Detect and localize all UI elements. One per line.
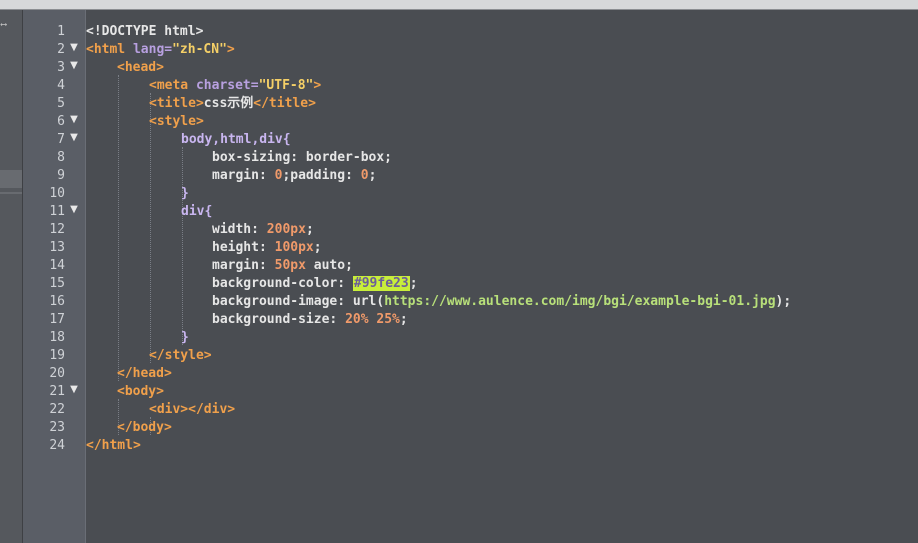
code-line: width: 200px; <box>212 222 314 237</box>
line-number: 14 <box>49 258 65 273</box>
code-line: </html> <box>86 438 141 453</box>
code-line: </body> <box>117 420 172 435</box>
code-line: <title>css示例</title> <box>149 96 316 111</box>
line-number: 16 <box>49 294 65 309</box>
line-number: 17 <box>49 312 65 327</box>
code-line: body,html,div{ <box>181 132 291 147</box>
line-number: 9 <box>57 168 65 183</box>
line-number: 12 <box>49 222 65 237</box>
line-number: 3 <box>57 60 65 75</box>
code-line: <style> <box>149 114 204 129</box>
code-line: margin: 0;padding: 0; <box>212 168 377 183</box>
code-line: </style> <box>149 348 212 363</box>
indent-guide <box>118 75 119 381</box>
color-swatch-highlight: #99fe23 <box>352 276 410 291</box>
line-number: 2 <box>57 42 65 57</box>
line-number: 24 <box>49 438 65 453</box>
code-line: div{ <box>181 204 213 219</box>
fold-toggle-icon[interactable]: ▼ <box>68 39 80 57</box>
line-number: 15 <box>49 276 65 291</box>
code-line: </head> <box>117 366 172 381</box>
code-editor[interactable]: <!DOCTYPE html> <html lang="zh-CN"> <hea… <box>86 10 918 543</box>
code-line: box-sizing: border-box; <box>212 150 393 165</box>
line-number: 5 <box>57 96 65 111</box>
side-panel: ⟷ <box>0 10 23 543</box>
line-number: 10 <box>49 186 65 201</box>
line-number: 8 <box>57 150 65 165</box>
line-number: 4 <box>57 78 65 93</box>
line-number: 11 <box>49 204 65 219</box>
indent-guide <box>182 147 183 345</box>
line-number: 19 <box>49 348 65 363</box>
line-number: 23 <box>49 420 65 435</box>
code-line: background-color: #99fe23; <box>212 276 418 291</box>
panel-divider <box>0 192 22 194</box>
line-number: 20 <box>49 366 65 381</box>
window-top-bar <box>0 0 918 10</box>
code-line: <div></div> <box>149 402 236 417</box>
line-number: 22 <box>49 402 65 417</box>
panel-selected-band <box>0 170 22 188</box>
fold-toggle-icon[interactable]: ▼ <box>68 57 80 75</box>
line-number: 1 <box>57 24 65 39</box>
code-line: <html lang="zh-CN"> <box>86 42 235 57</box>
line-number: 21 <box>49 384 65 399</box>
fold-toggle-icon[interactable]: ▼ <box>68 201 80 219</box>
indent-guide <box>150 93 151 363</box>
fold-toggle-icon[interactable]: ▼ <box>68 129 80 147</box>
code-line: } <box>181 330 189 345</box>
line-number: 18 <box>49 330 65 345</box>
code-line: <body> <box>117 384 164 399</box>
code-line: background-image: url(https://www.aulenc… <box>212 294 792 309</box>
code-line: margin: 50px auto; <box>212 258 353 273</box>
code-line: <meta charset="UTF-8"> <box>149 78 322 93</box>
code-line: background-size: 20% 25%; <box>212 312 408 327</box>
code-line: } <box>181 186 189 201</box>
code-line: <head> <box>117 60 164 75</box>
fold-toggle-icon[interactable]: ▼ <box>68 381 80 399</box>
code-line: height: 100px; <box>212 240 322 255</box>
panel-toggle-icon[interactable]: ⟷ <box>1 20 11 30</box>
code-line: <!DOCTYPE html> <box>86 24 204 39</box>
line-number: 6 <box>57 114 65 129</box>
line-number: 7 <box>57 132 65 147</box>
fold-toggle-icon[interactable]: ▼ <box>68 111 80 129</box>
line-number: 13 <box>49 240 65 255</box>
